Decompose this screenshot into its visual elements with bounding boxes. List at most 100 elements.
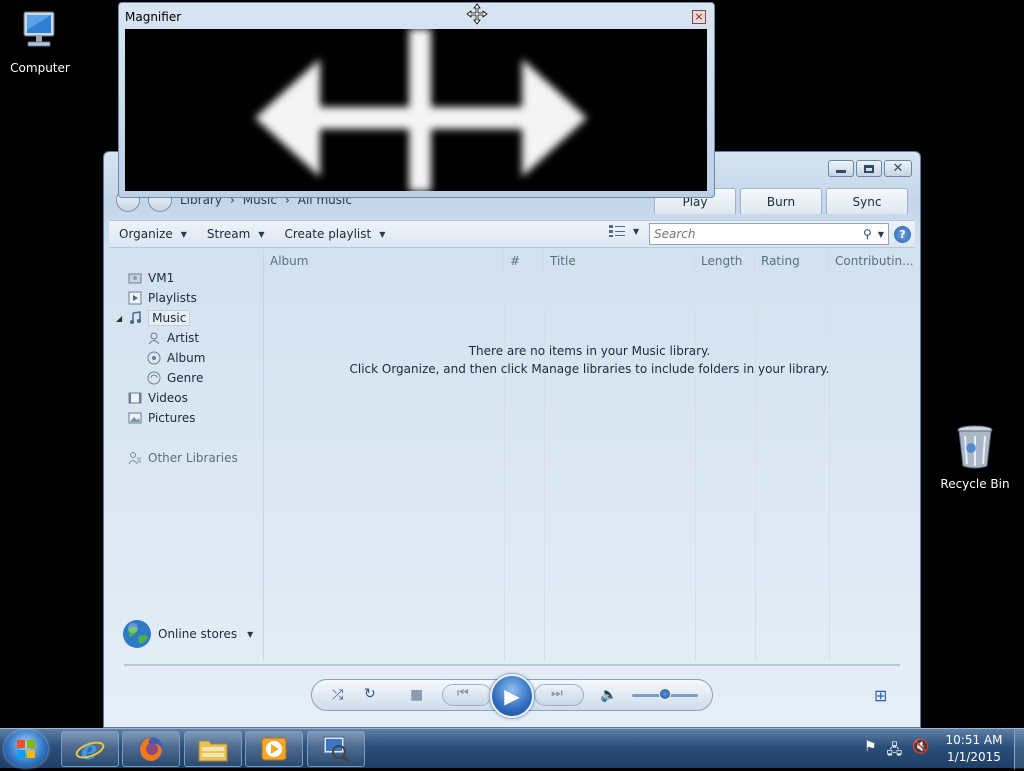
organize-label: Organize [119, 227, 173, 241]
other-libraries-icon [128, 452, 141, 465]
close-icon: ✕ [892, 161, 904, 176]
tab-burn[interactable]: Burn [740, 188, 822, 214]
restore-button[interactable] [856, 160, 882, 177]
shuffle-button[interactable]: ⤮ [332, 687, 343, 703]
nav-item-label: Playlists [148, 291, 197, 305]
nav-item-vm1[interactable]: VM1 [128, 268, 174, 288]
tab-sync[interactable]: Sync [826, 188, 908, 214]
pictures-icon [128, 412, 142, 424]
taskbar-file-explorer[interactable] [184, 731, 242, 767]
stream-menu[interactable]: Stream ▼ [197, 227, 275, 241]
shuffle-icon: ⤮ [332, 687, 344, 703]
nav-item-label: VM1 [148, 271, 175, 285]
column-header-album[interactable]: Album [264, 250, 504, 272]
view-options-button[interactable]: ▼ [609, 225, 639, 237]
nav-item-genre[interactable]: Genre [147, 368, 203, 388]
column-divider [544, 272, 545, 660]
chevron-down-icon: ▼ [258, 229, 265, 239]
nav-item-label: Genre [167, 371, 204, 385]
chevron-down-icon: ▼ [247, 629, 254, 639]
previous-icon: ⏮ [457, 686, 469, 701]
chevron-down-icon: ▼ [379, 229, 386, 239]
nav-item-album[interactable]: Album [147, 348, 205, 368]
repeat-button[interactable]: ↻ [364, 686, 376, 702]
network-icon[interactable]: 🖧 [887, 739, 903, 763]
library-content-area: Album # Title Length Rating Contributin.… [263, 250, 914, 660]
column-divider [695, 272, 696, 660]
recycle-bin-icon [935, 424, 1015, 473]
close-button[interactable]: ✕ [884, 160, 912, 177]
help-icon[interactable]: ? [894, 226, 911, 243]
genre-icon [147, 371, 161, 385]
mute-button[interactable]: 🔈 [600, 687, 617, 703]
nav-item-label: Pictures [148, 411, 196, 425]
desktop-icon-computer[interactable]: Computer [0, 8, 80, 75]
switch-view-icon: ⊞ [874, 686, 888, 705]
volume-muted-icon[interactable]: 🔇 [912, 739, 929, 763]
column-header-title[interactable]: Title [544, 250, 695, 272]
column-header-length[interactable]: Length [695, 250, 755, 272]
column-header-number[interactable]: # [504, 250, 544, 272]
online-stores-button[interactable]: Online stores ▼ [122, 619, 253, 649]
switch-to-now-playing-button[interactable]: ⊞ [874, 686, 887, 705]
show-desktop-button[interactable] [1014, 729, 1024, 769]
nav-item-label: Album [167, 351, 206, 365]
search-input[interactable] [654, 227, 864, 241]
previous-button[interactable]: ⏮ [442, 684, 492, 706]
nav-item-label: Artist [167, 331, 200, 345]
nav-item-pictures[interactable]: Pictures [128, 408, 196, 428]
stream-label: Stream [206, 227, 251, 241]
minimize-button[interactable] [828, 160, 854, 177]
move-cursor-icon [466, 3, 488, 28]
column-header-rating[interactable]: Rating [755, 250, 829, 272]
nav-item-videos[interactable]: Videos [128, 388, 188, 408]
magnifier-icon [323, 736, 351, 764]
window-controls: ✕ [828, 160, 912, 177]
media-player-window: ✕ Library › Music › All music Play Burn … [103, 151, 921, 728]
clock-date: 1/1/2015 [947, 750, 1001, 764]
start-button[interactable] [4, 730, 48, 768]
repeat-icon: ↻ [364, 686, 376, 702]
desktop-icon-label: Recycle Bin [940, 477, 1010, 491]
next-button[interactable]: ⏭ [534, 684, 584, 706]
navigation-pane: VM1 Playlists ◢ Music Artist Album Genre… [110, 250, 262, 658]
media-player-icon [261, 737, 287, 761]
chevron-down-icon[interactable]: ▼ [878, 230, 884, 239]
view-options-icon [609, 225, 625, 237]
svg-text:e: e [81, 736, 98, 764]
nav-item-label: Videos [148, 391, 188, 405]
windows-logo-icon [17, 740, 35, 758]
column-divider [755, 272, 756, 660]
expanded-triangle-icon: ◢ [116, 313, 123, 323]
search-icon[interactable]: ⚲ [863, 227, 872, 241]
nav-item-music[interactable]: ◢ Music [116, 308, 191, 328]
column-divider [504, 272, 505, 660]
nav-item-artist[interactable]: Artist [147, 328, 199, 348]
volume-slider-thumb[interactable] [659, 688, 671, 700]
taskbar-firefox[interactable] [122, 731, 180, 767]
seek-bar[interactable] [124, 664, 900, 666]
desktop-icon-recycle-bin[interactable]: Recycle Bin [935, 424, 1015, 491]
taskbar-magnifier[interactable] [307, 731, 365, 767]
column-header-contributing-artist[interactable]: Contributin... [829, 250, 915, 272]
album-icon [147, 351, 161, 365]
magnifier-close-button[interactable]: × [692, 10, 706, 24]
play-button[interactable]: ▶ [490, 674, 534, 718]
speaker-icon: 🔈 [600, 687, 618, 703]
taskbar-windows-media-player[interactable] [245, 731, 303, 767]
search-box[interactable]: ⚲ ▼ [649, 223, 889, 245]
firefox-icon [139, 737, 163, 761]
chevron-down-icon: ▼ [633, 226, 640, 236]
nav-item-playlists[interactable]: Playlists [128, 288, 197, 308]
minimize-icon [836, 170, 846, 173]
organize-menu[interactable]: Organize ▼ [109, 227, 197, 241]
stop-button[interactable]: ■ [410, 687, 423, 703]
nav-item-label: Music [148, 310, 191, 326]
nav-item-other-libraries[interactable]: Other Libraries [128, 448, 238, 468]
playlists-icon [128, 291, 142, 305]
clock[interactable]: 10:51 AM 1/1/2015 [938, 732, 1010, 766]
create-playlist-button[interactable]: Create playlist ▼ [275, 227, 396, 241]
taskbar-internet-explorer[interactable]: e [61, 731, 119, 767]
action-center-flag-icon[interactable]: ⚑ [864, 739, 877, 763]
internet-explorer-icon: e [75, 736, 105, 764]
